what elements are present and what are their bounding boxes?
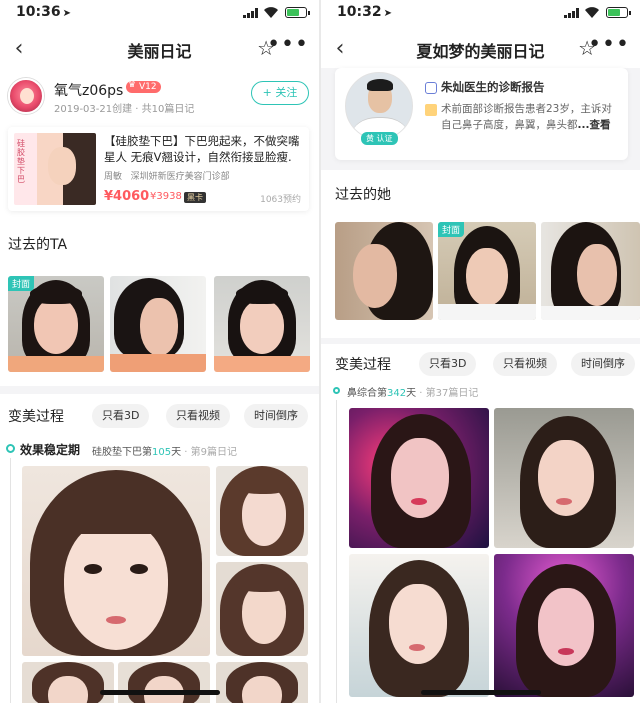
avatar[interactable] <box>8 78 44 114</box>
product-price: ¥4060 <box>104 189 150 204</box>
location-icon: ➤ <box>383 8 392 19</box>
report-title: 朱灿医生的诊断报告 <box>441 80 545 94</box>
filter-3d-button[interactable]: 只看3D <box>419 352 477 376</box>
product-card[interactable]: 硅胶垫下巴 【硅胶垫下巴】下巴兜起来，不做突嘴星人 无痕V翘设计，自然衔接显脸瘦… <box>8 127 309 211</box>
diary-photo-4[interactable] <box>494 554 634 697</box>
signal-icon <box>564 8 580 18</box>
timeline-line <box>336 400 337 703</box>
diary-photo-main[interactable] <box>22 466 210 656</box>
diary-photo-3[interactable] <box>349 554 489 697</box>
past-photo-side-2[interactable] <box>541 222 640 320</box>
nav-bar: ‹ 夏如梦的美丽日记 ☆ ••• <box>321 30 640 70</box>
cover-tag: 封面 <box>438 222 465 237</box>
timeline-dot <box>6 444 15 453</box>
past-section-title: 过去的TA <box>8 237 68 253</box>
past-photo-front[interactable]: 封面 <box>438 222 536 320</box>
filter-video-button[interactable]: 只看视频 <box>166 404 230 428</box>
timeline-line <box>10 458 11 703</box>
doctor-icon <box>425 82 437 94</box>
product-thumbnail: 硅胶垫下巴 <box>14 133 96 205</box>
filter-row: 变美过程 只看3D 只看视频 时间倒序 <box>335 350 635 378</box>
battery-icon <box>285 7 310 18</box>
home-indicator <box>100 690 220 695</box>
timeline-header: 鼻综合第342天 · 第37篇日记 <box>333 384 636 402</box>
diary-photo-6[interactable] <box>216 662 308 703</box>
black-card-badge: 黑卡 <box>184 192 206 203</box>
product-title: 【硅胶垫下巴】下巴兜起来，不做突嘴星人 无痕V翘设计，自然衔接显脸瘦. <box>104 134 300 164</box>
booking-count: 1063预约 <box>260 195 301 205</box>
timeline-dot <box>333 387 340 394</box>
diary-meta: 2019-03-21创建 · 共10篇日记 <box>54 104 195 115</box>
timeline-meta: 硅胶垫下巴第105天 · 第9篇日记 <box>92 447 238 458</box>
doctor-report-card[interactable]: 黄 认证 朱灿医生的诊断报告 术前面部诊断报告患者23岁，主诉对自己鼻子高度，鼻… <box>335 68 628 160</box>
filter-3d-button[interactable]: 只看3D <box>92 404 150 428</box>
process-title: 变美过程 <box>335 357 391 373</box>
timeline-header: 效果稳定期 硅胶垫下巴第105天 · 第9篇日记 <box>6 441 313 459</box>
left-screen: 10:36➤ ‹ 美丽日记 ☆ ••• 氧气z06ps V12 2019-03-… <box>0 0 319 703</box>
user-row: 氧气z06ps V12 2019-03-21创建 · 共10篇日记 + 关注 <box>8 78 311 122</box>
page-title: 美丽日记 <box>127 42 192 61</box>
past-photos: 封面 <box>8 276 311 372</box>
right-screen: 10:32 ➤ ‹ 夏如梦的美丽日记 ☆ ••• 黄 认证 朱灿医生的诊断报告 术… <box>321 0 640 703</box>
location-icon: ➤ <box>62 8 71 19</box>
wifi-icon <box>585 7 599 18</box>
past-photo-side[interactable] <box>110 276 206 372</box>
sort-reverse-button[interactable]: 时间倒序 <box>244 404 308 428</box>
verified-badge: 黄 认证 <box>361 132 398 145</box>
past-photo-side[interactable] <box>335 222 433 320</box>
doctor-avatar <box>345 72 413 140</box>
back-icon[interactable]: ‹ <box>6 34 32 64</box>
diary-photo-2[interactable] <box>216 466 308 556</box>
product-doctor: 周敏 深圳妍新医疗美容门诊部 <box>104 172 230 182</box>
timeline-stage: 效果稳定期 <box>20 443 81 457</box>
past-section-title: 过去的她 <box>335 187 391 203</box>
report-text: 术前面部诊断报告患者23岁，主诉对自己鼻子高度，鼻翼，鼻头都...查看 <box>441 103 612 131</box>
filter-row: 变美过程 只看3D 只看视频 时间倒序 <box>8 402 313 430</box>
thumb-text: 硅胶垫下巴 <box>17 139 25 184</box>
follow-button[interactable]: + 关注 <box>251 81 309 105</box>
sort-reverse-button[interactable]: 时间倒序 <box>571 352 635 376</box>
more-icon[interactable]: ••• <box>588 32 630 57</box>
back-icon[interactable]: ‹ <box>327 34 353 64</box>
status-bar: 10:32 ➤ <box>321 0 640 26</box>
diary-photo-3[interactable] <box>216 562 308 656</box>
past-photo-front[interactable]: 封面 <box>8 276 104 372</box>
status-bar: 10:36 ➤ <box>0 0 319 26</box>
diary-photo-2[interactable] <box>494 408 634 548</box>
user-name[interactable]: 氧气z06ps <box>54 80 123 100</box>
status-time: 10:32 ➤ <box>337 4 392 20</box>
timeline-meta: 鼻综合第342天 · 第37篇日记 <box>347 388 479 399</box>
battery-icon <box>606 7 631 18</box>
process-title: 变美过程 <box>8 409 64 425</box>
member-price: ¥3938 <box>150 191 182 202</box>
signal-icon <box>243 8 259 18</box>
past-photo-front-2[interactable] <box>214 276 310 372</box>
diary-photo-5[interactable] <box>118 662 210 703</box>
wifi-icon <box>264 7 278 18</box>
report-icon <box>425 104 437 116</box>
more-icon[interactable]: ••• <box>267 32 309 57</box>
nav-bar: ‹ 美丽日记 ☆ ••• <box>0 30 319 70</box>
cover-tag: 封面 <box>8 276 35 291</box>
filter-video-button[interactable]: 只看视频 <box>493 352 557 376</box>
diary-photo-1[interactable] <box>349 408 489 548</box>
status-time: 10:36 ➤ <box>16 4 71 20</box>
vip-badge: V12 <box>126 80 161 93</box>
read-more-link[interactable]: ...查看 <box>578 119 611 131</box>
divider <box>0 386 319 394</box>
home-indicator <box>421 690 541 695</box>
page-title: 夏如梦的美丽日记 <box>416 42 545 61</box>
diary-photo-4[interactable] <box>22 662 114 703</box>
